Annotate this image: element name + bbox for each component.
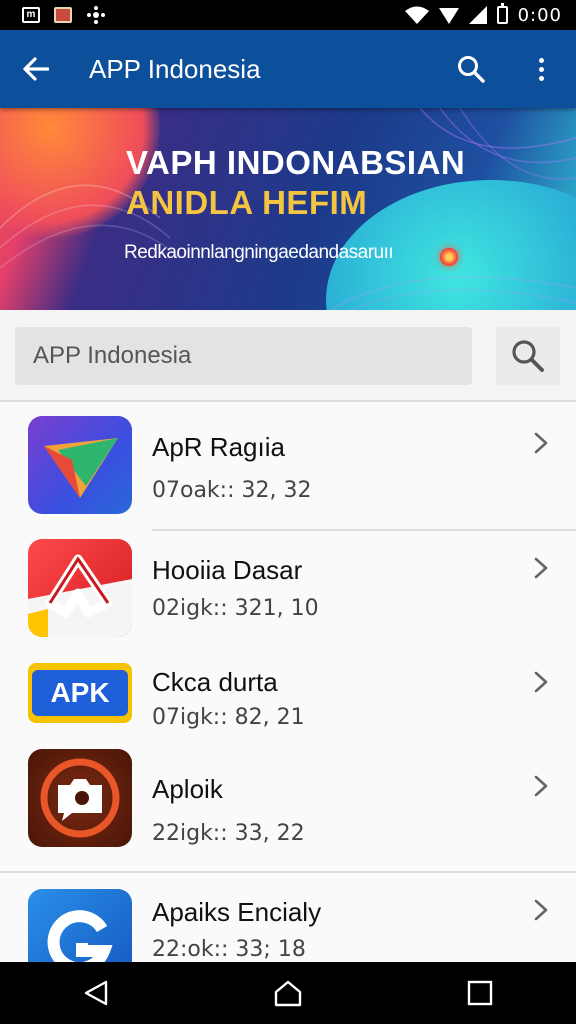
- search-input[interactable]: [15, 327, 472, 385]
- app-name: Hooiia Dasar: [152, 555, 303, 585]
- list-item[interactable]: Apaiks Encialy 22:ok:: 33; 18: [0, 873, 576, 962]
- overflow-menu-button[interactable]: [506, 30, 576, 108]
- app-meta: 07oak:: 32, 32: [152, 478, 312, 503]
- app-name: Apaiks Encialy: [152, 897, 322, 927]
- app-bar: APP Indonesia: [0, 30, 576, 108]
- apk-badge-icon: APK: [28, 663, 132, 723]
- promo-banner[interactable]: VAPH INDONABSIAN ANIDLA HEFIM Redkaoinnl…: [0, 108, 576, 310]
- list-item[interactable]: ApR Ragıia 07oak:: 32, 32: [0, 402, 576, 530]
- more-dot-icon: [538, 66, 544, 72]
- list-item[interactable]: APK Ckca durta 07igk:: 82, 21: [0, 649, 576, 741]
- apk-badge-label: APK: [32, 670, 128, 716]
- cell-signal-icon: [468, 6, 487, 24]
- notification-icon: [54, 7, 72, 23]
- a-letter-logo-icon: [28, 539, 132, 637]
- arrow-left-icon: [23, 57, 49, 81]
- app-meta: 07igk:: 82, 21: [152, 705, 305, 730]
- wifi-icon: [404, 6, 429, 24]
- chevron-right-icon[interactable]: [530, 671, 552, 693]
- search-submit-button[interactable]: [496, 327, 560, 385]
- app-meta: 22igk:: 33, 22: [152, 821, 305, 846]
- home-icon: [274, 980, 302, 1007]
- search-button[interactable]: [436, 30, 506, 108]
- chevron-right-icon[interactable]: [530, 432, 552, 454]
- banner-title: VAPH INDONABSIAN: [126, 144, 466, 181]
- more-dot-icon: [538, 75, 544, 81]
- settings-icon: [87, 6, 105, 24]
- search-bar: [0, 310, 576, 402]
- nav-back-button[interactable]: [56, 962, 136, 1024]
- battery-icon: [496, 3, 508, 24]
- banner-dot-icon: [440, 248, 458, 266]
- back-icon: [84, 980, 108, 1006]
- banner-caption: Redkaoinnlangningaedandasaruıı: [124, 242, 394, 263]
- back-button[interactable]: [0, 30, 72, 108]
- app-list: ApR Ragıia 07oak:: 32, 32 Hooiia Dasar 0…: [0, 402, 576, 962]
- app-meta: 22:ok:: 33; 18: [152, 937, 306, 962]
- search-icon: [512, 340, 544, 372]
- status-left-icons: m: [22, 5, 106, 25]
- chevron-right-icon[interactable]: [530, 557, 552, 579]
- chevron-right-icon[interactable]: [530, 899, 552, 921]
- app-name: Aploik: [152, 774, 223, 804]
- chevron-right-icon[interactable]: [530, 775, 552, 797]
- search-icon: [458, 56, 485, 83]
- more-dot-icon: [538, 57, 544, 63]
- nav-home-button[interactable]: [248, 962, 328, 1024]
- status-right-icons: 0:00: [404, 3, 562, 26]
- app-name: Ckca durta: [152, 667, 278, 697]
- m-notification-icon: m: [22, 7, 40, 23]
- recents-icon: [467, 980, 493, 1006]
- status-time: 0:00: [517, 4, 562, 26]
- banner-subtitle-heading: ANIDLA HEFIM: [126, 184, 368, 221]
- system-nav-bar: [0, 962, 576, 1024]
- page-title: APP Indonesia: [89, 53, 261, 84]
- list-item[interactable]: Hooiia Dasar 02igk:: 321, 10: [0, 531, 576, 649]
- g-letter-logo-icon: [28, 889, 132, 962]
- app-name: ApR Ragıia: [152, 432, 285, 462]
- camera-logo-icon: [28, 749, 132, 847]
- nav-recents-button[interactable]: [440, 962, 520, 1024]
- app-meta: 02igk:: 321, 10: [152, 596, 319, 621]
- triangle-logo-icon: [28, 416, 132, 514]
- signal-icon: [438, 8, 459, 24]
- status-bar: m 0:00: [0, 0, 576, 30]
- list-item[interactable]: Aploik 22igk:: 33, 22: [0, 741, 576, 871]
